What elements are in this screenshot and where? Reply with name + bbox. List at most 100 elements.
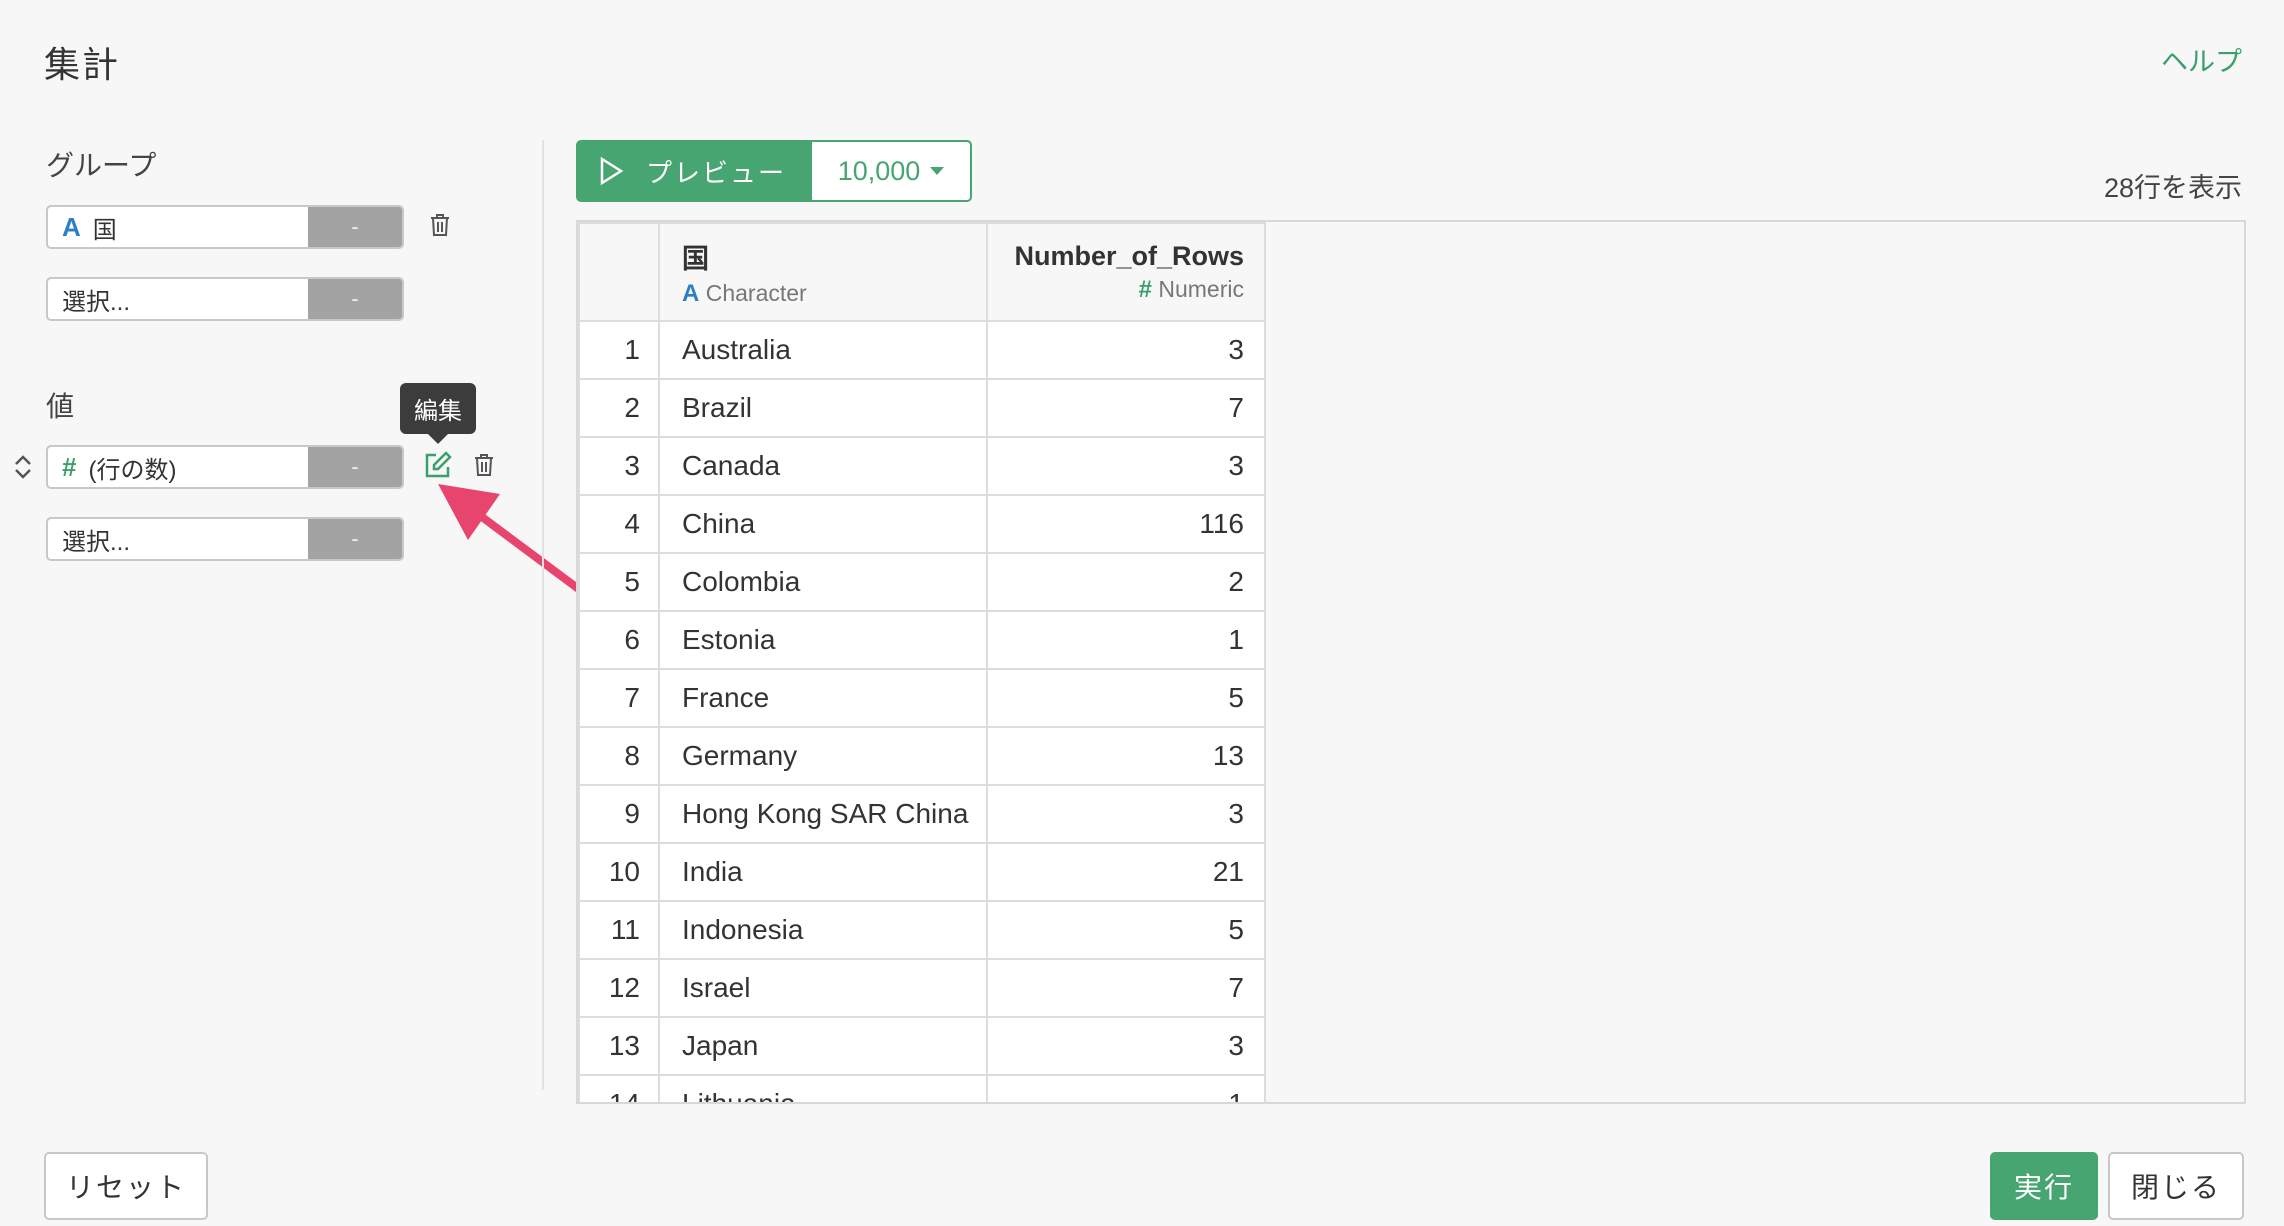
row-index: 14 [578, 1074, 660, 1102]
table-row: 14 Lithuania 1 [578, 1074, 1266, 1102]
row-index: 7 [578, 668, 660, 728]
table-row: 11 Indonesia 5 [578, 900, 1266, 960]
group-section-label: グループ [46, 150, 157, 181]
preview-button[interactable]: プレビュー [576, 140, 812, 202]
cell-number-of-rows: 1 [986, 610, 1266, 670]
caret-down-icon [930, 167, 945, 175]
run-button[interactable]: 実行 [1990, 1152, 2098, 1220]
column-type: Character [705, 279, 807, 306]
cell-country: Japan [658, 1016, 988, 1076]
cell-number-of-rows: 3 [986, 320, 1266, 380]
row-index: 8 [578, 726, 660, 786]
cell-number-of-rows: 116 [986, 494, 1266, 554]
column-name: Number_of_Rows [1014, 240, 1244, 271]
play-icon [600, 156, 624, 186]
numeric-type-icon: # [1138, 275, 1152, 303]
edit-value-button[interactable] [421, 448, 455, 482]
table-row: 1 Australia 3 [578, 320, 1266, 380]
value-add-function-select[interactable]: - [308, 519, 402, 559]
cell-country: Germany [658, 726, 988, 786]
value-field-row: # (行の数) - [46, 445, 404, 489]
cell-country: Brazil [658, 378, 988, 438]
group-column-select[interactable]: A 国 - [46, 205, 404, 249]
preview-count-value: 10,000 [837, 155, 921, 186]
table-row: 7 France 5 [578, 668, 1266, 728]
row-index: 5 [578, 552, 660, 612]
value-section-label: 値 [46, 391, 75, 422]
group-add-row: 選択... - [46, 277, 404, 321]
edit-tooltip: 編集 [400, 383, 476, 444]
cell-country: Indonesia [658, 900, 988, 960]
cell-country: India [658, 842, 988, 902]
preview-grid: 国 A Character Number_of_Rows # Numeric 1… [576, 220, 2246, 1104]
dialog-title: 集計 [44, 44, 121, 85]
row-index: 12 [578, 958, 660, 1018]
table-body: 1 Australia 3 2 Brazil 7 3 Canada 3 4 China 116 5 Col… [578, 320, 1266, 1102]
row-index: 10 [578, 842, 660, 902]
group-add-function-select[interactable]: - [308, 279, 402, 319]
value-column-value: (行の数) [88, 456, 177, 484]
cell-number-of-rows: 3 [986, 436, 1266, 496]
row-index: 6 [578, 610, 660, 670]
reset-button[interactable]: リセット [44, 1152, 208, 1220]
preview-label: プレビュー [646, 157, 787, 188]
edit-icon [425, 451, 452, 478]
cell-country: Lithuania [658, 1074, 988, 1102]
group-add-placeholder: 選択... [62, 288, 131, 316]
value-column-function-select[interactable]: - [308, 447, 402, 487]
panel-divider [542, 140, 544, 1090]
sort-arrows-icon [15, 455, 31, 479]
cell-country: Israel [658, 958, 988, 1018]
character-type-icon: A [62, 211, 81, 242]
preview-toolbar: プレビュー 10,000 [576, 140, 972, 202]
cell-country: France [658, 668, 988, 728]
help-link[interactable]: ヘルプ [2161, 40, 2242, 79]
cell-country: Hong Kong SAR China [658, 784, 988, 844]
cell-number-of-rows: 2 [986, 552, 1266, 612]
table-row: 2 Brazil 7 [578, 378, 1266, 438]
value-add-placeholder: 選択... [62, 528, 131, 556]
row-index: 4 [578, 494, 660, 554]
close-button[interactable]: 閉じる [2108, 1152, 2244, 1220]
group-field-row: A 国 - [46, 205, 404, 249]
cell-country: Canada [658, 436, 988, 496]
cell-number-of-rows: 1 [986, 1074, 1266, 1102]
delete-value-button[interactable] [467, 448, 501, 482]
reorder-handle[interactable] [6, 450, 40, 484]
column-header-country[interactable]: 国 A Character [658, 222, 988, 322]
table-row: 8 Germany 13 [578, 726, 1266, 786]
cell-country: China [658, 494, 988, 554]
table-row: 5 Colombia 2 [578, 552, 1266, 612]
cell-number-of-rows: 13 [986, 726, 1266, 786]
row-index: 1 [578, 320, 660, 380]
column-header-number-of-rows[interactable]: Number_of_Rows # Numeric [986, 222, 1266, 322]
cell-number-of-rows: 3 [986, 1016, 1266, 1076]
value-column-select[interactable]: # (行の数) - [46, 445, 404, 489]
trash-icon [475, 454, 493, 476]
value-add-select[interactable]: 選択... - [46, 517, 404, 561]
preview-count-dropdown[interactable]: 10,000 [812, 140, 972, 202]
cell-country: Estonia [658, 610, 988, 670]
column-name: 国 [682, 243, 709, 274]
row-index: 9 [578, 784, 660, 844]
group-column-function-select[interactable]: - [308, 207, 402, 247]
trash-icon [431, 214, 449, 236]
group-add-select[interactable]: 選択... - [46, 277, 404, 321]
row-index: 3 [578, 436, 660, 496]
cell-number-of-rows: 3 [986, 784, 1266, 844]
cell-number-of-rows: 7 [986, 958, 1266, 1018]
cell-number-of-rows: 7 [986, 378, 1266, 438]
table-row: 13 Japan 3 [578, 1016, 1266, 1076]
cell-number-of-rows: 5 [986, 900, 1266, 960]
table-header-row: 国 A Character Number_of_Rows # Numeric [578, 222, 1266, 322]
rows-count-info: 28行を表示 [2103, 173, 2242, 203]
cell-country: Australia [658, 320, 988, 380]
numeric-type-icon: # [62, 451, 77, 482]
table-row: 9 Hong Kong SAR China 3 [578, 784, 1266, 844]
delete-group-button[interactable] [423, 208, 457, 242]
table-row: 3 Canada 3 [578, 436, 1266, 496]
row-index: 11 [578, 900, 660, 960]
cell-number-of-rows: 5 [986, 668, 1266, 728]
row-index: 13 [578, 1016, 660, 1076]
cell-number-of-rows: 21 [986, 842, 1266, 902]
